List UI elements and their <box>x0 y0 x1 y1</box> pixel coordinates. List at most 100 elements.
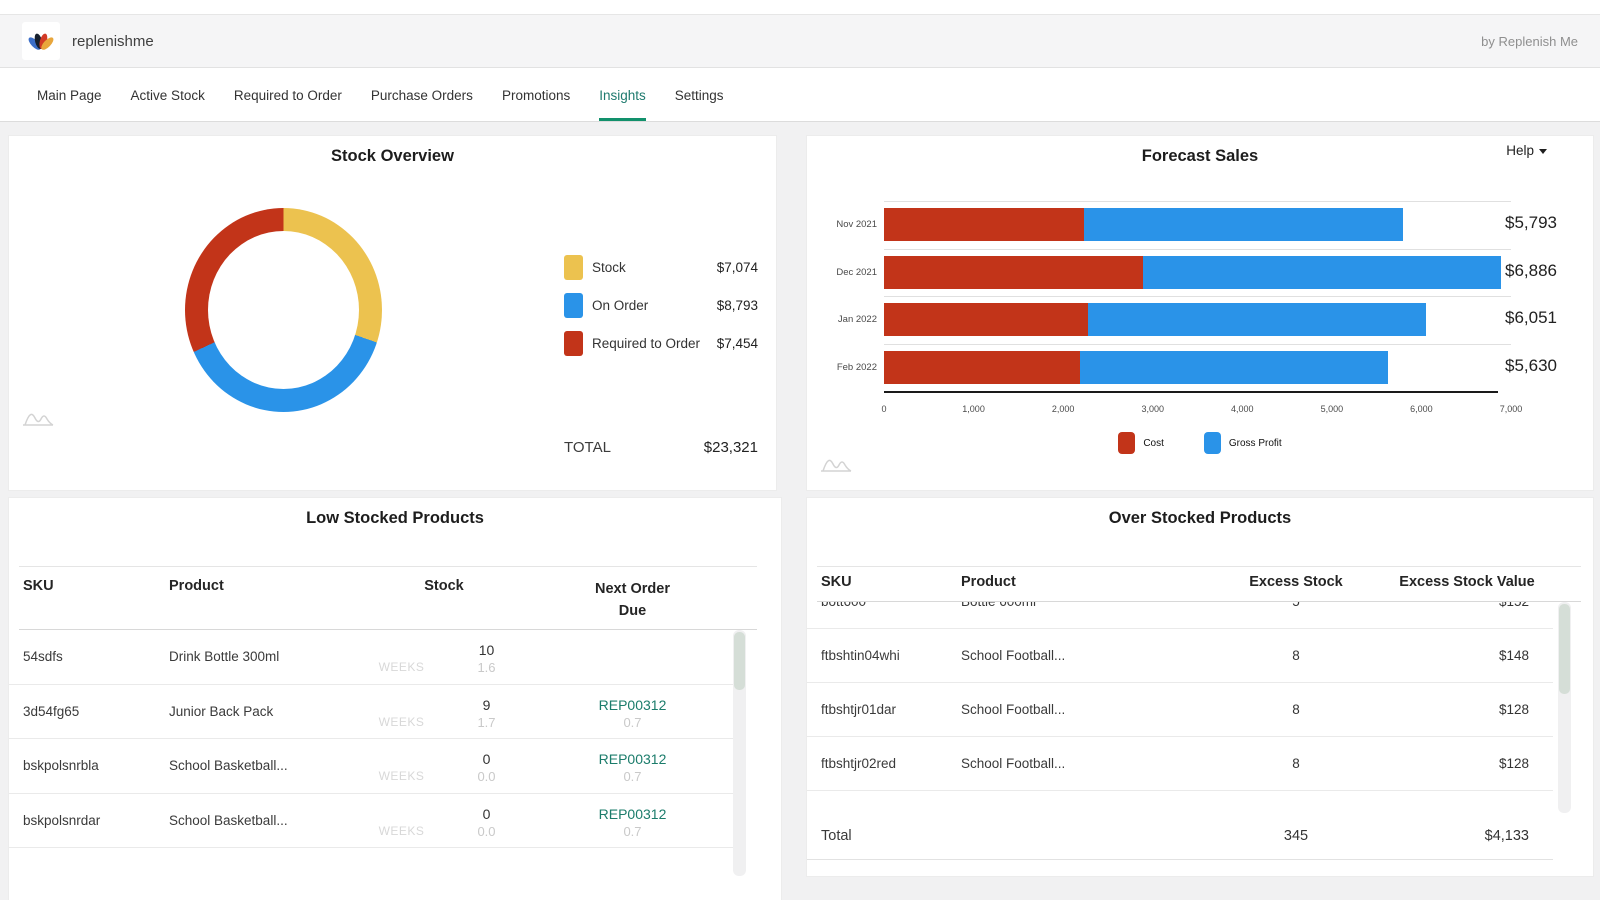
bar-total-label: $6,886 <box>1505 260 1557 280</box>
help-label: Help <box>1506 143 1534 158</box>
stock-overview-donut-chart[interactable] <box>185 208 382 412</box>
tab-label: Settings <box>674 87 724 103</box>
x-tick: 1,000 <box>962 404 985 414</box>
scrollbar-thumb[interactable] <box>1559 604 1570 694</box>
stock-overview-legend: Stock $7,074 On Order $8,793 Required to Ord… <box>564 254 758 368</box>
x-tick: 4,000 <box>1231 404 1254 414</box>
x-tick: 3,000 <box>1141 404 1164 414</box>
low-stocked-scrollbar[interactable] <box>733 630 746 876</box>
weeks-label: WEEKS <box>378 769 425 784</box>
tab-active-stock[interactable]: Active Stock <box>131 69 205 121</box>
order-weeks-value: 0.7 <box>623 823 642 839</box>
main-nav: Main Page Active Stock Required to Order Pu… <box>0 69 1600 122</box>
category-label: Feb 2022 <box>836 361 877 373</box>
category-label: Dec 2021 <box>836 266 877 278</box>
caret-down-icon <box>1539 149 1547 154</box>
stacked-bar[interactable] <box>884 255 1511 289</box>
order-link[interactable]: REP00312 <box>529 751 736 767</box>
order-link[interactable]: REP00312 <box>529 806 736 822</box>
stacked-bar[interactable] <box>884 303 1511 336</box>
stacked-bar[interactable] <box>884 208 1511 241</box>
legend-value: $7,454 <box>716 335 758 351</box>
stock-overview-title: Stock Overview <box>331 147 454 165</box>
legend-item-on-order[interactable]: On Order $8,793 <box>564 292 758 318</box>
total-excess-stock-value: $4,133 <box>1484 828 1529 844</box>
sku-cell: bott600 <box>821 602 961 609</box>
tab-settings[interactable]: Settings <box>675 69 724 121</box>
sku-cell: 54sdfs <box>23 649 63 665</box>
legend-swatch-icon <box>564 292 583 318</box>
legend-swatch-icon <box>564 330 583 356</box>
legend-item-cost[interactable]: Cost <box>1118 432 1164 454</box>
legend-label: Cost <box>1143 437 1164 449</box>
excess-stock-cell: 5 <box>1211 602 1381 609</box>
scrollbar-thumb[interactable] <box>734 632 745 690</box>
stock-cell: 10 WEEKS 1.6 <box>359 638 529 675</box>
total-value: $23,321 <box>703 439 758 456</box>
over-stocked-scrollbar[interactable] <box>1558 602 1571 813</box>
total-label: TOTAL <box>564 439 611 456</box>
tab-main-page[interactable]: Main Page <box>37 69 102 121</box>
legend-label: Gross Profit <box>1228 437 1282 449</box>
x-tick: 5,000 <box>1320 404 1344 414</box>
stacked-bar[interactable] <box>884 350 1511 384</box>
sku-cell: bskpolsnrdar <box>23 812 101 828</box>
table-row: 54sdfs Drink Bottle 300ml 10 WEEKS 1.6 <box>9 630 736 685</box>
over-stocked-header: SKU Product Excess Stock Excess Stock Va… <box>807 574 1553 590</box>
total-label: Total <box>821 828 852 844</box>
stock-cell: 0 WEEKS 0.0 <box>359 802 529 839</box>
legend-value: $7,074 <box>716 259 758 275</box>
sku-cell: ftbshtjr01dar <box>821 702 897 717</box>
product-cell: Bottle 600ml <box>961 602 1211 609</box>
tab-promotions[interactable]: Promotions <box>502 69 570 121</box>
legend-label: Required to Order <box>592 335 701 351</box>
legend-item-stock[interactable]: Stock $7,074 <box>564 254 758 280</box>
order-link[interactable]: REP00312 <box>529 697 736 713</box>
product-cell: Junior Back Pack <box>169 703 274 719</box>
excess-stock-value-cell: $128 <box>1498 702 1529 717</box>
bar-total-label: $5,793 <box>1505 213 1557 232</box>
over-stocked-total-row: Total 345 $4,133 <box>807 816 1553 860</box>
table-row: bskpolsnrdar School Basketball... 0 WEEKS 0.… <box>9 794 736 848</box>
over-stocked-rows: bott600Bottle 600ml5$152 ftbshtin04whi Sch… <box>807 602 1553 813</box>
tab-label: Active Stock <box>130 87 205 103</box>
col-header-product: Product <box>961 574 1016 590</box>
low-stocked-title: Low Stocked Products <box>306 509 484 527</box>
table-row: bott600Bottle 600ml5$152 <box>807 602 1553 629</box>
stock-value: 10 <box>478 642 495 659</box>
tab-required-to-order[interactable]: Required to Order <box>234 69 342 121</box>
page-content: Stock Overview Stock $7,074 On Order $8,793… <box>0 122 1600 900</box>
tab-insights[interactable]: Insights <box>599 69 646 121</box>
help-menu-button[interactable]: Help <box>1506 143 1547 158</box>
next-order-cell: REP00312 0.7 <box>529 747 736 784</box>
weeks-value: 0.0 <box>477 769 496 785</box>
watermark-logo-icon <box>821 459 852 472</box>
stock-value: 0 <box>482 751 491 768</box>
low-stocked-header: SKU Product Stock Next Order Due <box>9 578 736 623</box>
forecast-row-3: Jan 2022 <box>838 296 1511 344</box>
tab-purchase-orders[interactable]: Purchase Orders <box>371 69 473 121</box>
tab-label: Insights <box>599 87 646 103</box>
x-tick: 6,000 <box>1410 404 1433 414</box>
forecast-bar-chart[interactable]: Nov 2021 Dec 2021 Jan 2022 Feb 2022 <box>836 201 1511 391</box>
category-label: Jan 2022 <box>837 314 877 325</box>
col-header-sku: SKU <box>23 578 54 594</box>
bar-segment-gross-profit <box>1084 208 1403 241</box>
excess-stock-value-cell: $148 <box>1498 648 1529 663</box>
app-header: replenishme by Replenish Me <box>0 14 1600 68</box>
forecast-sales-title: Forecast Sales <box>1141 147 1259 165</box>
excess-stock-cell: 8 <box>1292 702 1300 717</box>
product-cell: School Basketball... <box>169 812 288 828</box>
legend-item-gross-profit[interactable]: Gross Profit <box>1203 432 1282 454</box>
legend-item-required-to-order[interactable]: Required to Order $7,454 <box>564 330 758 356</box>
col-header-stock: Stock <box>424 578 464 594</box>
col-header-next-order-due: Next Order Due <box>595 581 670 620</box>
product-cell: School Basketball... <box>169 758 288 774</box>
weeks-value: 0.0 <box>477 823 496 839</box>
col-header-excess-stock: Excess Stock <box>1249 574 1343 590</box>
product-cell: Drink Bottle 300ml <box>169 649 280 665</box>
x-tick: 2,000 <box>1051 404 1075 414</box>
table-row: ftbshtin04whi School Football... 8 $148 <box>807 629 1553 683</box>
next-order-cell: REP00312 0.7 <box>529 802 736 839</box>
bar-segment-cost <box>884 255 1143 289</box>
